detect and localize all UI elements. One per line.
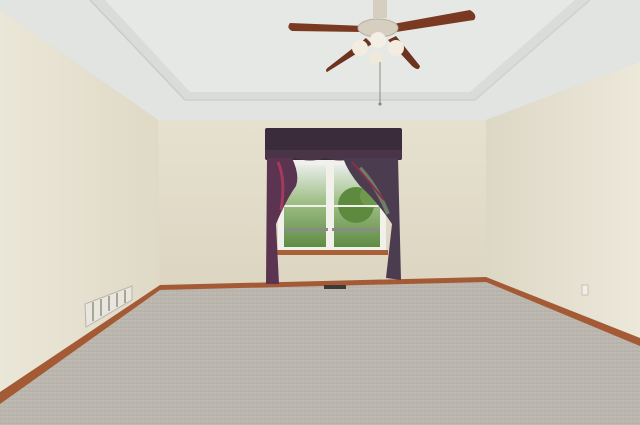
outlet-icon (581, 284, 589, 296)
room-photo (0, 0, 640, 425)
floor-register (324, 285, 346, 289)
